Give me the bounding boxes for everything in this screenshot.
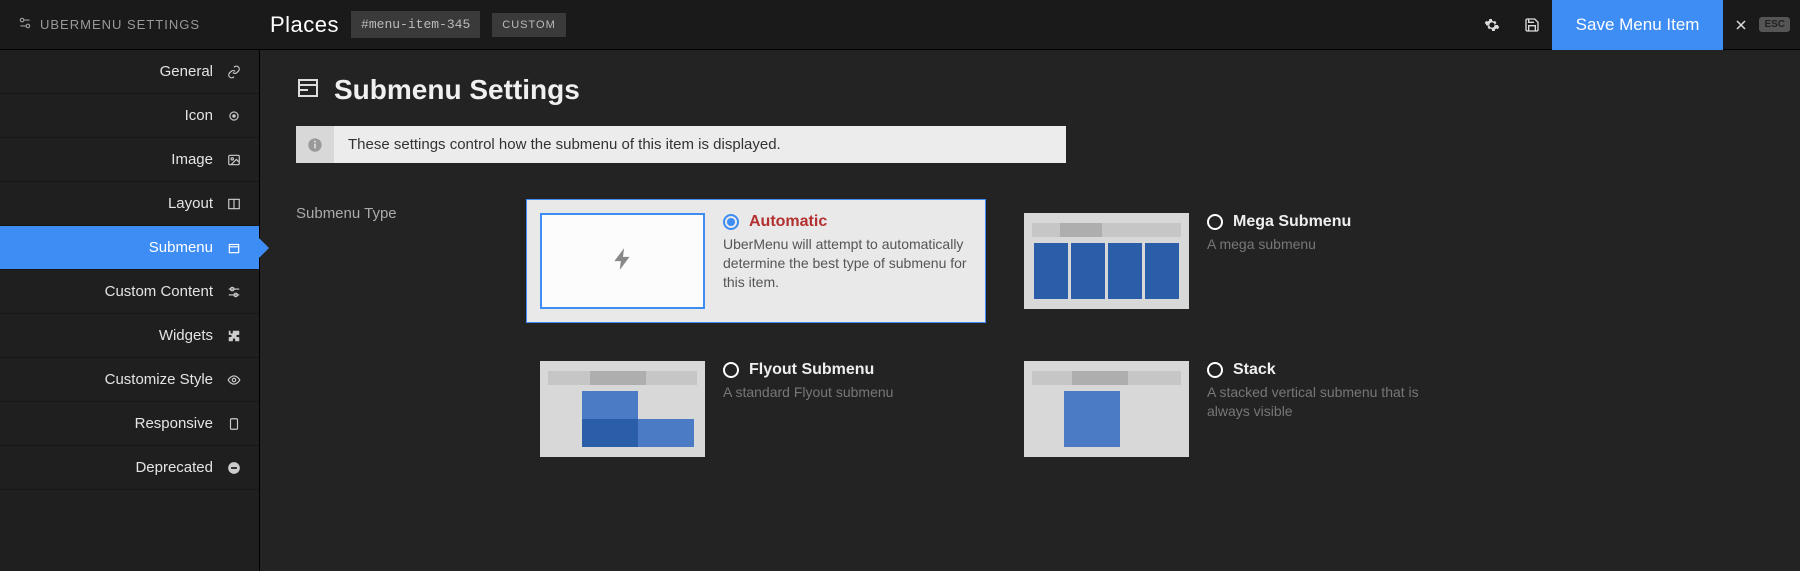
option-desc: UberMenu will attempt to automatically d… [723, 235, 972, 292]
sidebar-item-label: Custom Content [105, 283, 213, 300]
save-button-label: Save Menu Item [1576, 15, 1700, 35]
breadcrumb-id-tag[interactable]: #menu-item-345 [351, 11, 480, 38]
sidebar-item-customize-style[interactable]: Customize Style [0, 358, 259, 402]
option-thumb-flyout [540, 361, 705, 457]
target-icon [225, 109, 243, 123]
info-banner: These settings control how the submenu o… [296, 126, 1066, 163]
option-thumb-stack [1024, 361, 1189, 457]
option-title: Automatic [749, 213, 827, 231]
option-thumb-automatic [540, 213, 705, 309]
option-desc: A mega submenu [1207, 235, 1456, 254]
puzzle-icon [225, 329, 243, 343]
sidebar-item-general[interactable]: General [0, 50, 259, 94]
option-thumb-mega [1024, 213, 1189, 309]
option-title: Mega Submenu [1233, 213, 1351, 231]
columns-icon [225, 197, 243, 211]
field-label: Submenu Type [296, 199, 526, 471]
option-desc: A standard Flyout submenu [723, 383, 972, 402]
breadcrumb-current: Places [270, 12, 339, 38]
submenu-type-field: Submenu Type Automatic UberMenu w [296, 199, 1764, 471]
minus-icon [225, 461, 243, 475]
link-icon [225, 65, 243, 79]
sidebar-item-submenu[interactable]: Submenu [0, 226, 259, 270]
save-button[interactable]: Save Menu Item [1552, 0, 1724, 50]
sidebar-item-label: Widgets [159, 327, 213, 344]
sidebar-item-image[interactable]: Image [0, 138, 259, 182]
sidebar-item-widgets[interactable]: Widgets [0, 314, 259, 358]
sidebar-item-label: Responsive [135, 415, 213, 432]
esc-badge[interactable]: ESC [1759, 17, 1790, 32]
settings-icon [18, 16, 32, 33]
sidebar-item-label: Customize Style [105, 371, 213, 388]
sliders-icon [225, 285, 243, 299]
sidebar-item-label: General [160, 63, 213, 80]
info-text: These settings control how the submenu o… [334, 126, 1066, 163]
option-stack[interactable]: Stack A stacked vertical submenu that is… [1010, 347, 1470, 471]
sidebar-item-label: Icon [185, 107, 213, 124]
main-panel: Submenu Settings These settings control … [260, 50, 1800, 571]
sidebar-item-label: Submenu [149, 239, 213, 256]
sidebar-item-layout[interactable]: Layout [0, 182, 259, 226]
sidebar-item-label: Deprecated [135, 459, 213, 476]
sidebar-item-label: Image [171, 151, 213, 168]
eye-icon [225, 373, 243, 387]
radio-flyout[interactable] [723, 362, 739, 378]
option-flyout[interactable]: Flyout Submenu A standard Flyout submenu [526, 347, 986, 471]
box-icon [225, 241, 243, 255]
close-button[interactable] [1723, 0, 1759, 50]
page-header: Submenu Settings [296, 74, 1764, 106]
option-desc: A stacked vertical submenu that is alway… [1207, 383, 1456, 421]
sidebar: General Icon Image Layout Submenu Custom… [0, 50, 260, 571]
sidebar-item-custom-content[interactable]: Custom Content [0, 270, 259, 314]
option-automatic[interactable]: Automatic UberMenu will attempt to autom… [526, 199, 986, 323]
info-icon [296, 126, 334, 163]
radio-stack[interactable] [1207, 362, 1223, 378]
sidebar-item-responsive[interactable]: Responsive [0, 402, 259, 446]
tablet-icon [225, 417, 243, 431]
app-title: UBERMENU SETTINGS [0, 16, 260, 33]
image-icon [225, 153, 243, 167]
save-icon-button[interactable] [1512, 0, 1552, 50]
option-mega[interactable]: Mega Submenu A mega submenu [1010, 199, 1470, 323]
sidebar-item-deprecated[interactable]: Deprecated [0, 446, 259, 490]
topbar: UBERMENU SETTINGS Places #menu-item-345 … [0, 0, 1800, 50]
option-title: Stack [1233, 361, 1276, 379]
options-grid: Automatic UberMenu will attempt to autom… [526, 199, 1496, 471]
sidebar-item-label: Layout [168, 195, 213, 212]
settings-button[interactable] [1472, 0, 1512, 50]
page-icon [296, 76, 320, 105]
breadcrumb-type-tag[interactable]: CUSTOM [492, 13, 565, 37]
option-title: Flyout Submenu [749, 361, 874, 379]
sidebar-item-icon[interactable]: Icon [0, 94, 259, 138]
radio-automatic[interactable] [723, 214, 739, 230]
breadcrumb: Places #menu-item-345 CUSTOM [260, 11, 566, 38]
radio-mega[interactable] [1207, 214, 1223, 230]
topbar-right: Save Menu Item ESC [1472, 0, 1800, 50]
app-title-text: UBERMENU SETTINGS [40, 17, 200, 32]
bolt-icon [610, 241, 636, 282]
page-title: Submenu Settings [334, 74, 580, 106]
